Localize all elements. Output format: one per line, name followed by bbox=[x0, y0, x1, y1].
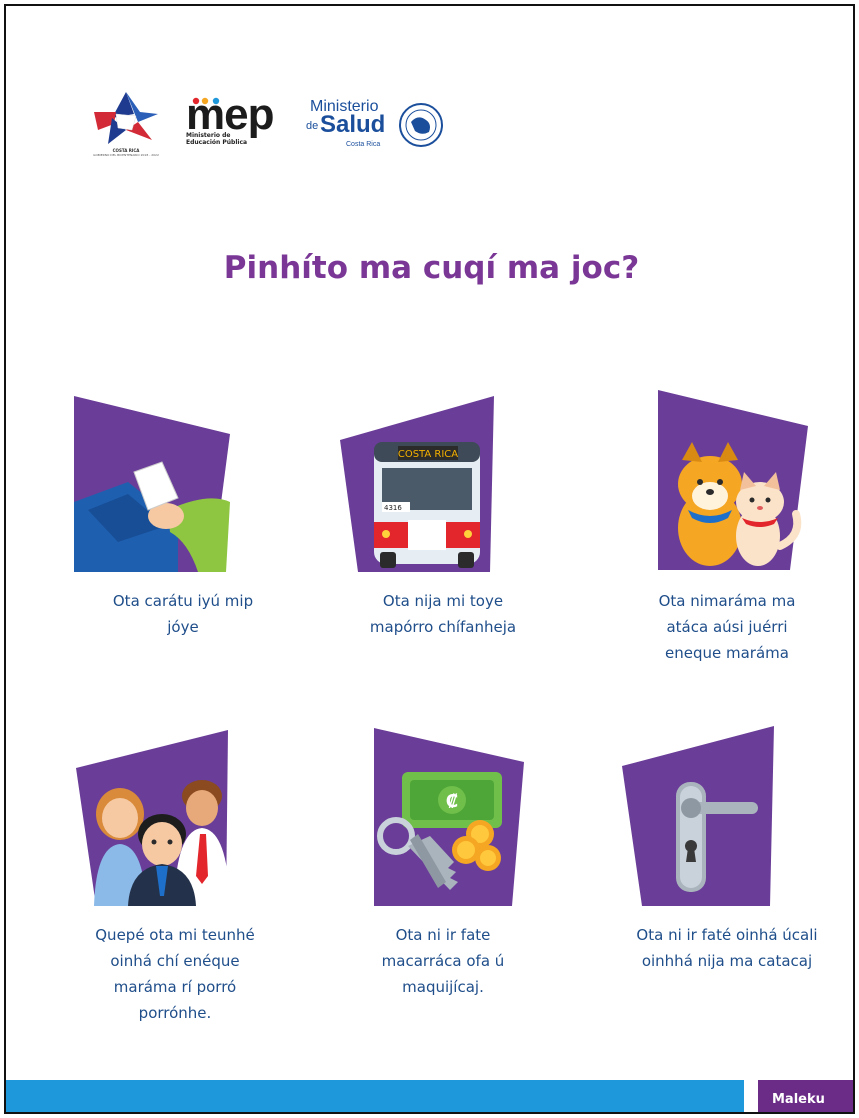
costa-rica-government-logo: COSTA RICA GOBIERNO DEL BICENTENARIO 201… bbox=[86, 90, 166, 166]
cleaning-surface-icon bbox=[74, 396, 230, 572]
money-keys-icon: ₡ bbox=[374, 728, 524, 906]
people-icon bbox=[76, 730, 230, 906]
pets-icon bbox=[658, 390, 808, 570]
card-caption: Ota nija mi toye mapórro chífanheja bbox=[369, 592, 517, 636]
language-tag: Maleku bbox=[758, 1080, 853, 1112]
card-caption: Ota nimaráma ma atáca aúsi juérri eneque… bbox=[658, 592, 796, 662]
card-caption: Ota ni ir faté oinhá úcali oinhhá nija m… bbox=[636, 926, 818, 970]
page: COSTA RICA GOBIERNO DEL BICENTENARIO 201… bbox=[4, 4, 855, 1114]
mep-logo: mep Ministerio de Educación Pública bbox=[186, 90, 281, 158]
salud-wordmark: Salud bbox=[320, 111, 386, 138]
page-title: Pinhíto ma cuqí ma joc? bbox=[223, 250, 640, 286]
salud-country: Costa Rica bbox=[346, 141, 381, 148]
bus-icon: COSTA RICA 4316 bbox=[340, 396, 494, 572]
bus-number-text: 4316 bbox=[384, 504, 402, 512]
cr-logo-subtext: GOBIERNO DEL BICENTENARIO 2018 - 2022 bbox=[93, 153, 159, 157]
card-caption: Quepé ota mi teunhé oinhá chí enéque mar… bbox=[95, 926, 255, 1022]
salud-seal-icon bbox=[399, 103, 443, 147]
footer-bar bbox=[6, 1080, 744, 1112]
door-handle-icon bbox=[622, 726, 774, 906]
card-caption: Ota ni ir fate macarráca ofa ú maquijíca… bbox=[381, 926, 505, 996]
ministerio-salud-logo: Ministerio de Salud Costa Rica bbox=[306, 98, 456, 158]
bus-sign-text: COSTA RICA bbox=[398, 449, 458, 460]
salud-de: de bbox=[306, 120, 319, 132]
card-caption: Ota carátu iyú mip jóye bbox=[112, 592, 254, 636]
mep-subtitle: Ministerio de Educación Pública bbox=[186, 132, 248, 146]
currency-symbol: ₡ bbox=[446, 791, 459, 812]
